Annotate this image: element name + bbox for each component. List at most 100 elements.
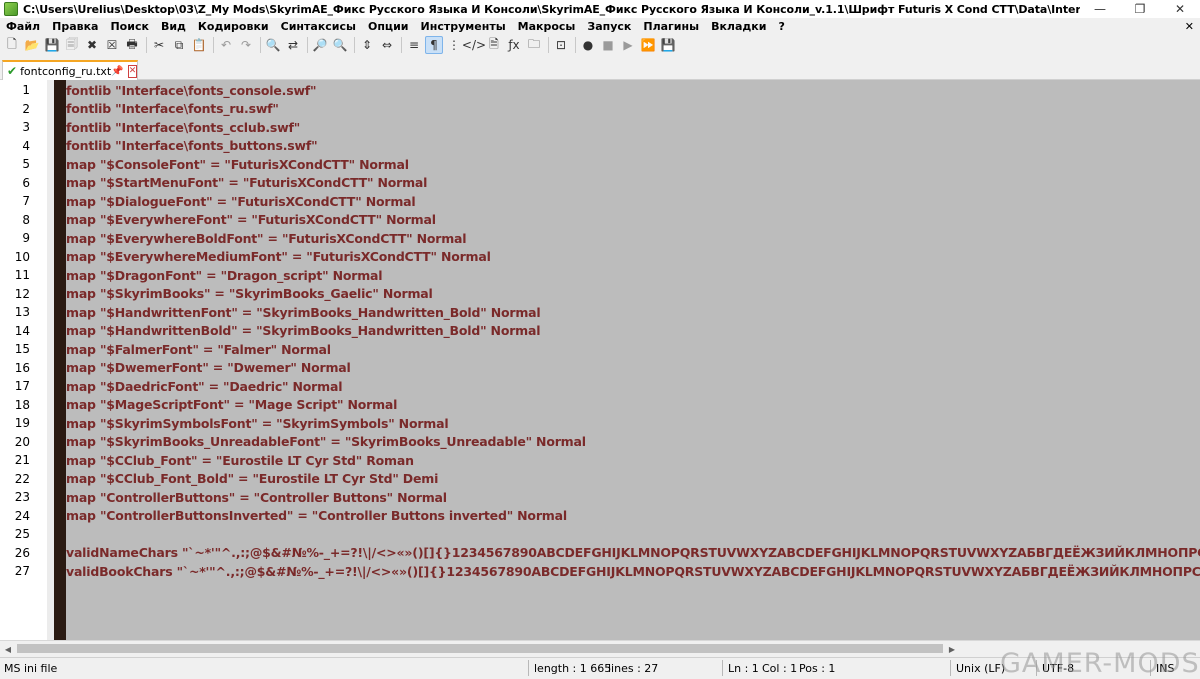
- code-line[interactable]: 18 map "$MageScriptFont" = "Mage Script" …: [0, 396, 1200, 415]
- code-line[interactable]: 4 fontlib "Interface\fonts_buttons.swf": [0, 137, 1200, 156]
- menu-language[interactable]: Синтаксисы: [275, 20, 362, 33]
- tab-fontconfig[interactable]: ✔ fontconfig_ru.txt 📌 ✕: [2, 60, 138, 80]
- line-number: 18: [14, 397, 30, 412]
- tab-bar: ✔ fontconfig_ru.txt 📌 ✕: [0, 56, 1200, 80]
- scroll-left-icon[interactable]: ◀: [0, 642, 16, 656]
- line-number: 14: [14, 323, 30, 338]
- code-line[interactable]: 22 map "$CClub_Font_Bold" = "Eurostile LT…: [0, 470, 1200, 489]
- code-line[interactable]: 27 validBookChars "`~*'"^.,:;@$&#№%-_+=?!…: [0, 562, 1200, 581]
- scroll-right-icon[interactable]: ▶: [944, 642, 960, 656]
- code-line[interactable]: 23 map "ControllerButtons" = "Controller …: [0, 488, 1200, 507]
- line-text: map "$CClub_Font_Bold" = "Eurostile LT C…: [66, 471, 439, 487]
- line-text: fontlib "Interface\fonts_console.swf": [66, 82, 317, 98]
- code-line[interactable]: 12 map "$SkyrimBooks" = "SkyrimBooks_Gael…: [0, 285, 1200, 304]
- code-line[interactable]: 9 map "$EverywhereBoldFont" = "FuturisXCo…: [0, 229, 1200, 248]
- line-text: map "$HandwrittenFont" = "SkyrimBooks_Ha…: [66, 304, 541, 320]
- save-icon[interactable]: 💾: [43, 36, 61, 54]
- show-all-icon[interactable]: ¶: [425, 36, 443, 54]
- code-line[interactable]: 11 map "$DragonFont" = "Dragon_script" No…: [0, 266, 1200, 285]
- code-line[interactable]: 6 map "$StartMenuFont" = "FuturisXCondCTT…: [0, 174, 1200, 193]
- code-line[interactable]: 13 map "$HandwrittenFont" = "SkyrimBooks_…: [0, 303, 1200, 322]
- close-document-icon[interactable]: ✕: [1185, 20, 1194, 33]
- line-number: 27: [14, 564, 30, 579]
- undo-icon[interactable]: ↶: [217, 36, 235, 54]
- menu-edit[interactable]: Правка: [46, 20, 104, 33]
- line-text: map "$ConsoleFont" = "FuturisXCondCTT" N…: [66, 156, 409, 172]
- code-line[interactable]: 21 map "$CClub_Font" = "Eurostile LT Cyr …: [0, 451, 1200, 470]
- monitor-icon[interactable]: ⊡: [552, 36, 570, 54]
- code-line[interactable]: 7 map "$DialogueFont" = "FuturisXCondCTT"…: [0, 192, 1200, 211]
- menu-run[interactable]: Запуск: [581, 20, 637, 33]
- code-line[interactable]: 2 fontlib "Interface\fonts_ru.swf": [0, 100, 1200, 119]
- redo-icon[interactable]: ↷: [237, 36, 255, 54]
- play-multi-icon[interactable]: ⏩: [639, 36, 657, 54]
- menu-file[interactable]: Файл: [0, 20, 46, 33]
- cut-icon[interactable]: ✂: [150, 36, 168, 54]
- paste-icon[interactable]: 📋: [190, 36, 208, 54]
- menu-settings[interactable]: Опции: [362, 20, 415, 33]
- function-list-icon[interactable]: ƒx: [505, 36, 523, 54]
- status-ln: Ln : 1: [728, 661, 759, 675]
- code-line[interactable]: 26 validNameChars "`~*'"^.,:;@$&#№%-_+=?!…: [0, 544, 1200, 563]
- code-line[interactable]: 15 map "$FalmerFont" = "Falmer" Normal: [0, 340, 1200, 359]
- menu-encoding[interactable]: Кодировки: [192, 20, 275, 33]
- sync-h-icon[interactable]: ⇔: [378, 36, 396, 54]
- close-window-button[interactable]: ✕: [1160, 0, 1200, 18]
- code-line[interactable]: 20 map "$SkyrimBooks_UnreadableFont" = "S…: [0, 433, 1200, 452]
- editor[interactable]: 1 fontlib "Interface\fonts_console.swf" 2 f…: [0, 80, 1200, 640]
- menu-view[interactable]: Вид: [155, 20, 192, 33]
- line-number: 11: [14, 268, 30, 283]
- code-line[interactable]: 3 fontlib "Interface\fonts_cclub.swf": [0, 118, 1200, 137]
- code-line[interactable]: 14 map "$HandwrittenBold" = "SkyrimBooks_…: [0, 322, 1200, 341]
- indent-guide-icon[interactable]: ⋮: [445, 36, 463, 54]
- code-line[interactable]: 17 map "$DaedricFont" = "Daedric" Normal: [0, 377, 1200, 396]
- code-line[interactable]: 25: [0, 525, 1200, 544]
- play-icon[interactable]: ▶: [619, 36, 637, 54]
- code-line[interactable]: 24 map "ControllerButtonsInverted" = "Con…: [0, 507, 1200, 526]
- html-icon[interactable]: </>: [462, 36, 486, 54]
- find-icon[interactable]: 🔍: [264, 36, 282, 54]
- line-text: fontlib "Interface\fonts_ru.swf": [66, 101, 279, 117]
- new-icon[interactable]: 🗋: [3, 36, 21, 54]
- save-macro-icon[interactable]: 💾: [659, 36, 677, 54]
- status-pos: Pos : 1: [799, 661, 836, 675]
- close-all-icon[interactable]: ☒: [103, 36, 121, 54]
- watermark: GAMER-MODS: [1000, 648, 1200, 679]
- toolbar-separator: [213, 37, 214, 53]
- copy-icon[interactable]: ⧉: [170, 36, 188, 54]
- pin-icon[interactable]: 📌: [111, 66, 123, 77]
- line-text: map "$EverywhereFont" = "FuturisXCondCTT…: [66, 212, 436, 228]
- menu-search[interactable]: Поиск: [104, 20, 154, 33]
- toolbar-separator: [548, 37, 549, 53]
- status-divider: [528, 660, 529, 676]
- print-icon[interactable]: 🖶: [123, 36, 141, 54]
- open-icon[interactable]: 📂: [23, 36, 41, 54]
- status-divider: [722, 660, 723, 676]
- wrap-icon[interactable]: ≡: [405, 36, 423, 54]
- folder-workspace-icon[interactable]: 🗀: [525, 36, 543, 54]
- code-line[interactable]: 19 map "$SkyrimSymbolsFont" = "SkyrimSymb…: [0, 414, 1200, 433]
- menu-tools[interactable]: Инструменты: [415, 20, 512, 33]
- menu-macro[interactable]: Макросы: [512, 20, 582, 33]
- close-icon[interactable]: ✖: [83, 36, 101, 54]
- code-line[interactable]: 1 fontlib "Interface\fonts_console.swf": [0, 81, 1200, 100]
- menu-window[interactable]: Вкладки: [705, 20, 772, 33]
- stop-icon[interactable]: ■: [599, 36, 617, 54]
- tab-close-icon[interactable]: ✕: [127, 64, 138, 78]
- record-icon[interactable]: ●: [579, 36, 597, 54]
- zoom-out-icon[interactable]: 🔍: [331, 36, 349, 54]
- menu-plugins[interactable]: Плагины: [637, 20, 705, 33]
- menu-help[interactable]: ?: [772, 20, 790, 33]
- sync-v-icon[interactable]: ⇕: [358, 36, 376, 54]
- doc-map-icon[interactable]: 🗎: [485, 36, 503, 54]
- code-line[interactable]: 10 map "$EverywhereMediumFont" = "Futuris…: [0, 248, 1200, 267]
- restore-button[interactable]: ❐: [1120, 0, 1160, 18]
- code-line[interactable]: 16 map "$DwemerFont" = "Dwemer" Normal: [0, 359, 1200, 378]
- replace-icon[interactable]: ⇄: [284, 36, 302, 54]
- zoom-in-icon[interactable]: 🔎: [311, 36, 329, 54]
- code-line[interactable]: 5 map "$ConsoleFont" = "FuturisXCondCTT" …: [0, 155, 1200, 174]
- scroll-thumb[interactable]: [17, 644, 943, 653]
- minimize-button[interactable]: —: [1080, 0, 1120, 18]
- code-line[interactable]: 8 map "$EverywhereFont" = "FuturisXCondCT…: [0, 211, 1200, 230]
- save-all-icon[interactable]: 🗐: [63, 36, 81, 54]
